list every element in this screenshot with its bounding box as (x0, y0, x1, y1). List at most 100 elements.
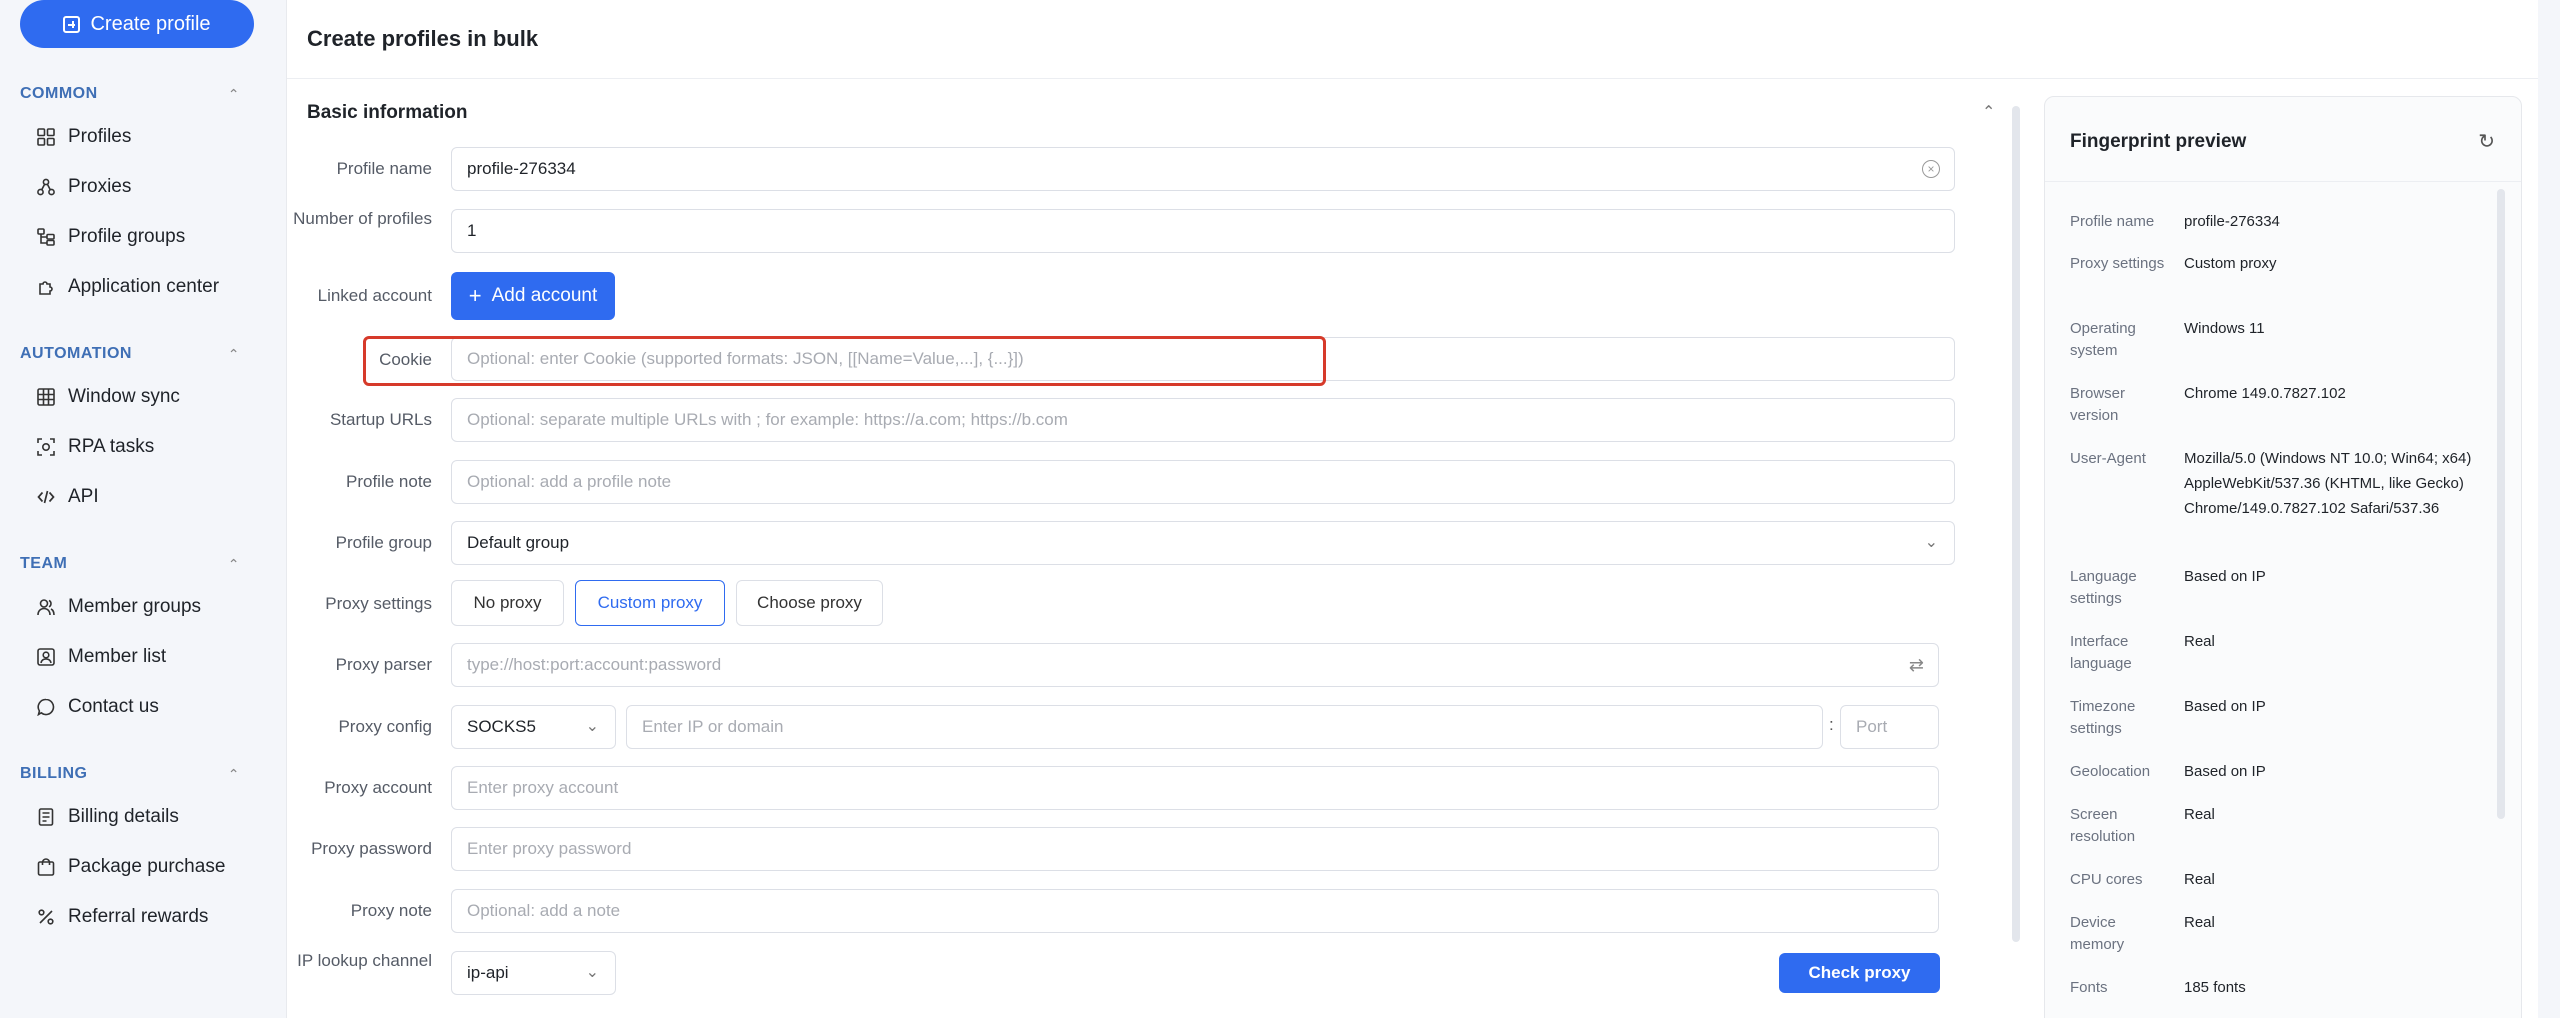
sidebar-item-window-sync[interactable]: Window sync (20, 377, 240, 417)
sidebar-item-api[interactable]: API (20, 477, 240, 517)
sidebar-item-referral-rewards[interactable]: Referral rewards (20, 897, 240, 937)
main-panel: Create profiles in bulk Basic informatio… (286, 0, 2538, 1018)
sidebar-item-label: Referral rewards (68, 906, 209, 927)
fp-key: Proxy settings (2070, 255, 2165, 272)
sidebar-item-label: Member list (68, 646, 167, 667)
network-icon (36, 177, 56, 197)
grid-icon (36, 127, 56, 147)
window-grid-icon (36, 387, 56, 407)
swap-icon[interactable]: ⇄ (1909, 655, 1924, 676)
choose-proxy-button[interactable]: Choose proxy (736, 580, 883, 626)
sidebar-item-package-purchase[interactable]: Package purchase (20, 847, 240, 887)
profile-group-value: Default group (467, 533, 570, 552)
divider (2045, 181, 2521, 182)
fp-value: profile-276334 (2184, 213, 2280, 230)
sidebar-item-label: Member groups (68, 596, 202, 617)
number-of-profiles-value: 1 (467, 221, 477, 240)
chevron-down-icon: ⌄ (1924, 534, 1938, 551)
profile-name-value: profile-276334 (467, 159, 576, 178)
proxy-host-placeholder: Enter IP or domain (642, 717, 784, 736)
chevron-up-icon: ⌃ (227, 555, 240, 572)
sidebar-item-member-groups[interactable]: Member groups (20, 587, 240, 627)
sidebar-item-label: Window sync (68, 386, 180, 407)
ip-lookup-select[interactable]: ip-api ⌄ (451, 951, 616, 995)
label-profile-group: Profile group (335, 533, 432, 552)
fp-key: Interface language (2070, 633, 2132, 672)
label-proxy-note: Proxy note (350, 901, 432, 920)
proxy-type-select[interactable]: SOCKS5 ⌄ (451, 705, 616, 749)
sidebar-item-label: Proxies (68, 176, 132, 197)
create-profile-button[interactable]: Create profile (20, 0, 254, 48)
sidebar-item-label: RPA tasks (68, 436, 155, 457)
fp-value: 185 fonts (2184, 979, 2246, 996)
receipt-icon (36, 807, 56, 827)
tree-icon (36, 227, 56, 247)
clear-icon[interactable]: × (1922, 160, 1940, 178)
form-scrollbar[interactable] (2012, 106, 2020, 942)
section-automation[interactable]: AUTOMATION ⌃ (20, 343, 240, 365)
proxy-host-input[interactable]: Enter IP or domain (626, 705, 1823, 749)
refresh-icon[interactable]: ↻ (2478, 129, 2495, 154)
proxy-port-input[interactable]: Port (1840, 705, 1939, 749)
label-cookie: Cookie (379, 350, 432, 369)
number-of-profiles-input[interactable]: 1 (451, 209, 1955, 253)
proxy-parser-input[interactable]: type://host:port:account:password ⇄ (451, 643, 1939, 687)
section-common[interactable]: COMMON ⌃ (20, 83, 240, 105)
shopping-bag-icon (36, 857, 56, 877)
fp-value: Real (2184, 914, 2215, 931)
fp-key: Profile name (2070, 213, 2155, 230)
custom-proxy-button[interactable]: Custom proxy (575, 580, 725, 626)
fp-value: Custom proxy (2184, 255, 2277, 272)
sidebar-item-proxies[interactable]: Proxies (20, 167, 240, 207)
section-title-basic-information: Basic information (307, 102, 468, 123)
sidebar-item-application-center[interactable]: Application center (20, 267, 240, 307)
label-proxy-config: Proxy config (338, 717, 432, 736)
proxy-password-input[interactable]: Enter proxy password (451, 827, 1939, 871)
fp-key: User-Agent (2070, 450, 2146, 467)
profile-group-select[interactable]: Default group ⌄ (451, 521, 1955, 565)
fp-key: CPU cores (2070, 871, 2143, 888)
code-icon (36, 487, 56, 507)
fp-key: Screen resolution (2070, 806, 2136, 845)
sidebar-item-label: API (68, 486, 99, 507)
sidebar-item-contact-us[interactable]: Contact us (20, 687, 240, 727)
page-title: Create profiles in bulk (307, 26, 539, 51)
fingerprint-scrollbar[interactable] (2497, 189, 2505, 819)
sidebar-item-profile-groups[interactable]: Profile groups (20, 217, 240, 257)
proxy-account-input[interactable]: Enter proxy account (451, 766, 1939, 810)
section-automation-label: AUTOMATION (20, 345, 132, 362)
sidebar: Create profile COMMON ⌃ Profiles Proxies… (0, 0, 272, 1018)
plus-icon: + (468, 283, 482, 308)
startup-urls-input[interactable]: Optional: separate multiple URLs with ; … (451, 398, 1955, 442)
user-card-icon (36, 647, 56, 667)
fp-key: Device memory (2070, 914, 2125, 953)
no-proxy-button[interactable]: No proxy (451, 580, 564, 626)
label-ip-lookup-channel: IP lookup channel (297, 951, 432, 970)
label-linked-account: Linked account (317, 286, 432, 305)
chevron-up-icon: ⌃ (227, 85, 240, 102)
percent-tag-icon (36, 907, 56, 927)
sidebar-item-rpa-tasks[interactable]: RPA tasks (20, 427, 240, 467)
profile-note-input[interactable]: Optional: add a profile note (451, 460, 1955, 504)
chevron-down-icon: ⌄ (585, 718, 599, 735)
sidebar-item-billing-details[interactable]: Billing details (20, 797, 240, 837)
profile-name-input[interactable]: profile-276334 × (451, 147, 1955, 191)
section-billing[interactable]: BILLING ⌃ (20, 763, 240, 785)
section-common-label: COMMON (20, 85, 98, 102)
cookie-input[interactable]: Optional: enter Cookie (supported format… (451, 337, 1955, 381)
chevron-up-icon: ⌃ (227, 765, 240, 782)
check-proxy-button[interactable]: Check proxy (1779, 953, 1940, 993)
proxy-note-input[interactable]: Optional: add a note (451, 889, 1939, 933)
proxy-type-value: SOCKS5 (467, 717, 536, 736)
fp-value: Mozilla/5.0 (Windows NT 10.0; Win64; x64… (2184, 450, 2472, 517)
add-account-label: Add account (491, 285, 598, 306)
sidebar-item-member-list[interactable]: Member list (20, 637, 240, 677)
sidebar-item-profiles[interactable]: Profiles (20, 117, 240, 157)
chevron-up-icon[interactable]: ⌃ (1982, 102, 1995, 122)
section-team[interactable]: TEAM ⌃ (20, 553, 240, 575)
label-proxy-settings: Proxy settings (325, 594, 432, 613)
fp-value: Based on IP (2184, 568, 2266, 585)
add-account-button[interactable]: + Add account (451, 272, 615, 320)
fingerprint-preview-title: Fingerprint preview (2070, 131, 2247, 152)
sidebar-item-label: Billing details (68, 806, 179, 827)
